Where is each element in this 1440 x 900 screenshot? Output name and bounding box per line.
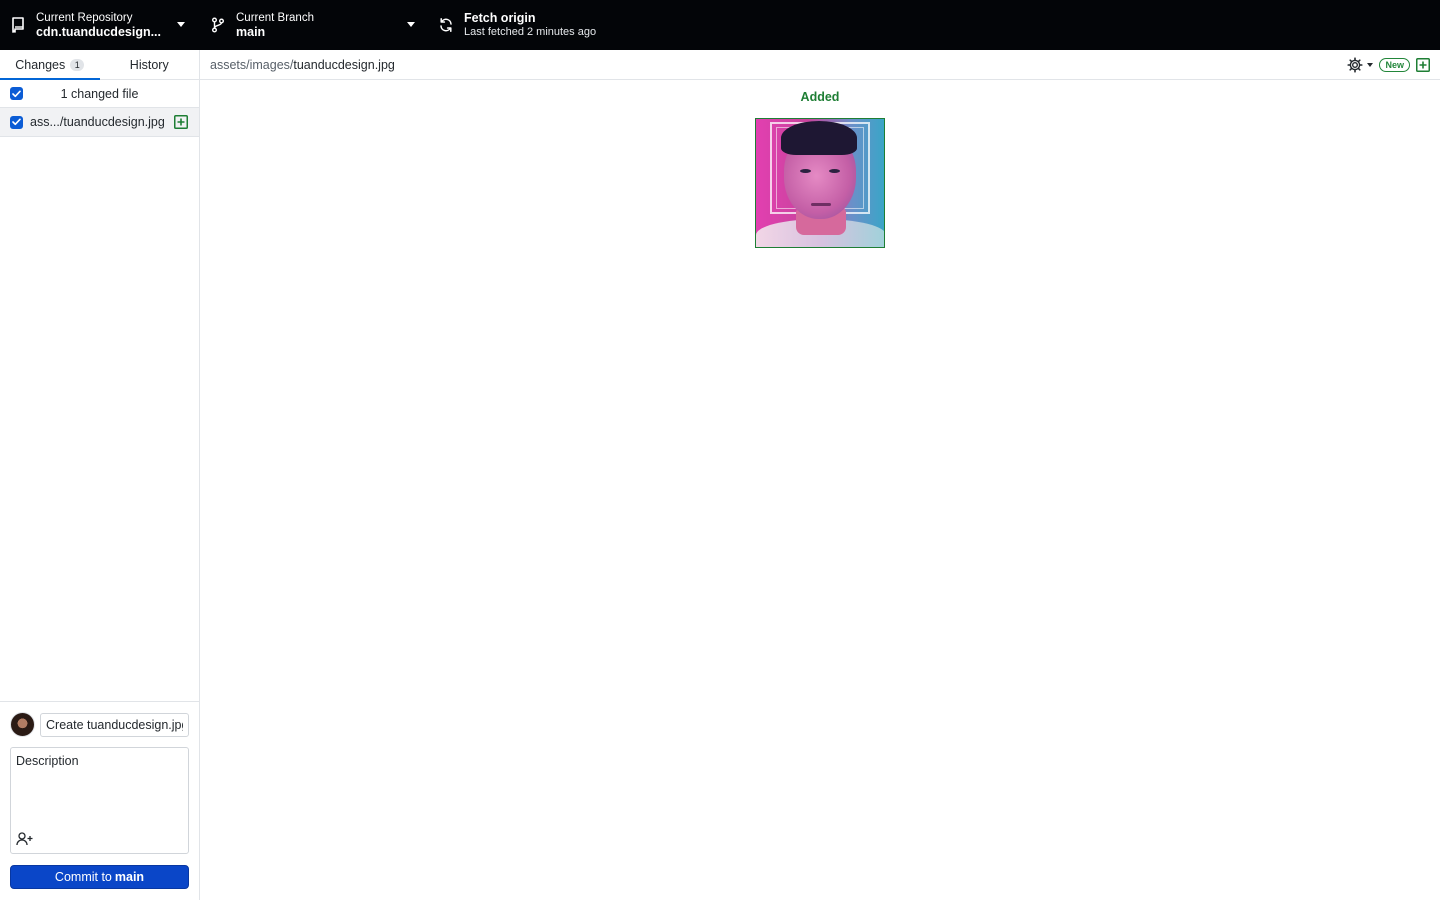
tab-changes-label: Changes <box>15 57 66 72</box>
repository-label: Current Repository <box>36 12 133 24</box>
gear-icon <box>1347 57 1364 73</box>
new-file-badge: New <box>1379 58 1410 72</box>
file-path-directory: assets/images/ <box>210 57 294 72</box>
changes-sidebar: Changes 1 History 1 changed file ass.../… <box>0 50 200 900</box>
fetch-label: Fetch origin <box>464 11 536 25</box>
tab-changes[interactable]: Changes 1 <box>0 50 100 80</box>
diff-view: assets/images/tuanducdesign.jpg New Adde… <box>200 50 1440 900</box>
check-icon <box>12 90 21 97</box>
tab-history-label: History <box>129 57 169 72</box>
commit-description-input[interactable] <box>11 748 188 828</box>
add-coauthor-icon <box>16 832 33 846</box>
chevron-down-icon <box>177 22 185 27</box>
diff-header: assets/images/tuanducdesign.jpg New <box>200 50 1440 80</box>
file-path-name: tuanducdesign.jpg <box>293 57 395 72</box>
branch-name: main <box>236 25 266 39</box>
commit-summary-input[interactable] <box>40 712 189 737</box>
image-diff-container: Added <box>200 90 1440 248</box>
portrait-photo <box>756 119 884 247</box>
changes-header: 1 changed file <box>0 80 199 108</box>
sync-icon <box>438 17 454 33</box>
add-coauthor-button[interactable] <box>16 831 36 847</box>
fetch-origin-button[interactable]: Fetch origin Last fetched 2 minutes ago <box>428 0 658 50</box>
commit-panel: Commit to main <box>0 701 199 900</box>
diff-options-button[interactable] <box>1347 57 1374 73</box>
chevron-down-icon <box>407 22 415 27</box>
current-repository-button[interactable]: Current Repository cdn.tuanducdesign... <box>0 0 200 50</box>
file-added-icon <box>1416 58 1430 72</box>
select-all-checkbox[interactable] <box>10 87 23 100</box>
file-checkbox[interactable] <box>10 115 23 129</box>
current-branch-button[interactable]: Current Branch main <box>200 0 428 50</box>
tab-history[interactable]: History <box>100 50 200 79</box>
commit-button-branch: main <box>114 870 145 884</box>
file-added-icon <box>174 115 188 129</box>
commit-button-prefix: Commit to <box>54 870 112 884</box>
commit-description-box <box>10 747 189 854</box>
changed-files-count: 1 changed file <box>60 86 139 101</box>
check-icon <box>12 118 21 126</box>
sidebar-tabs: Changes 1 History <box>0 50 199 80</box>
added-status-label: Added <box>800 90 840 104</box>
changed-file-row[interactable]: ass.../tuanducdesign.jpg <box>0 108 199 137</box>
changes-count-badge: 1 <box>70 58 85 71</box>
avatar <box>10 712 35 737</box>
added-image-preview <box>755 118 885 248</box>
branch-icon <box>210 17 226 33</box>
commit-button[interactable]: Commit to main <box>10 865 189 889</box>
repository-name: cdn.tuanducdesign... <box>36 25 162 39</box>
repo-icon <box>10 17 26 33</box>
chevron-down-icon <box>1367 63 1374 67</box>
last-fetched-text: Last fetched 2 minutes ago <box>464 26 597 38</box>
branch-label: Current Branch <box>236 12 314 24</box>
app-toolbar: Current Repository cdn.tuanducdesign... … <box>0 0 1440 50</box>
file-name: ass.../tuanducdesign.jpg <box>30 115 165 129</box>
